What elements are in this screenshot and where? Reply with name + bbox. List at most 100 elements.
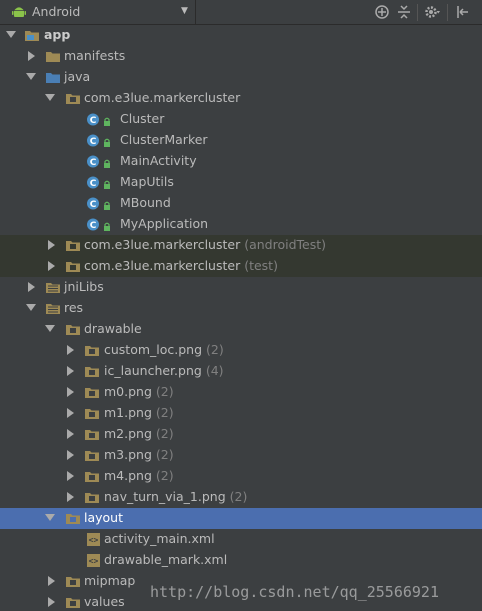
collapse-all-icon[interactable] <box>395 3 413 21</box>
tree-item-label: com.e3lue.markercluster (androidTest) <box>84 237 327 252</box>
tree-item-label: drawable <box>84 321 142 336</box>
class-icon: C <box>87 113 99 126</box>
source-folder-icon <box>46 73 60 83</box>
expand-arrow-icon[interactable] <box>45 94 55 101</box>
tree-item-manifests[interactable]: manifests <box>0 46 482 67</box>
tree-item-label: com.e3lue.markercluster <box>84 90 241 105</box>
tree-item-app[interactable]: app <box>0 25 482 46</box>
tree-item-label: app <box>44 27 71 42</box>
expand-arrow-icon[interactable] <box>45 325 55 332</box>
tree-item-drawable[interactable]: drawable <box>0 319 482 340</box>
package-icon <box>66 262 80 272</box>
svg-text:C: C <box>90 221 97 231</box>
folder-icon <box>66 325 80 335</box>
class-icon: C <box>87 155 99 168</box>
tree-item-drawable-file[interactable]: m1.png (2) <box>0 403 482 424</box>
tree-item-drawable-file[interactable]: nav_turn_via_1.png (2) <box>0 487 482 508</box>
tree-item-package-test[interactable]: com.e3lue.markercluster (test) <box>0 256 482 277</box>
lock-icon <box>104 117 110 126</box>
lock-icon <box>104 222 110 231</box>
tree-item-label: nav_turn_via_1.png (2) <box>104 489 248 504</box>
tree-item-jnilibs[interactable]: jniLibs <box>0 277 482 298</box>
class-icon: C <box>87 197 99 210</box>
project-toolbar: Android ▼ <box>0 0 482 25</box>
tree-item-res[interactable]: res <box>0 298 482 319</box>
xml-file-icon: <> <box>87 533 100 546</box>
expand-arrow-icon[interactable] <box>67 492 74 502</box>
expand-arrow-icon[interactable] <box>67 408 74 418</box>
tree-item-label: values <box>84 594 125 609</box>
expand-arrow-icon[interactable] <box>67 429 74 439</box>
tree-item-label: jniLibs <box>64 279 104 294</box>
class-icon: C <box>87 218 99 231</box>
svg-text:<>: <> <box>89 536 99 545</box>
tree-item-class[interactable]: C Cluster <box>0 109 482 130</box>
tree-item-drawable-file[interactable]: m4.png (2) <box>0 466 482 487</box>
lock-icon <box>104 138 110 147</box>
module-folder-icon <box>25 31 39 41</box>
expand-arrow-icon[interactable] <box>48 597 55 607</box>
expand-arrow-icon[interactable] <box>67 471 74 481</box>
resource-folder-icon <box>46 283 60 293</box>
tree-item-class[interactable]: C ClusterMarker <box>0 130 482 151</box>
expand-arrow-icon[interactable] <box>67 366 74 376</box>
hide-panel-icon[interactable] <box>453 3 471 21</box>
tree-item-drawable-file[interactable]: m2.png (2) <box>0 424 482 445</box>
settings-icon[interactable] <box>423 3 441 21</box>
expand-arrow-icon[interactable] <box>26 304 36 311</box>
expand-arrow-icon[interactable] <box>48 261 55 271</box>
tree-item-java[interactable]: java <box>0 67 482 88</box>
folder-icon <box>66 598 80 608</box>
folder-icon <box>85 430 99 440</box>
android-icon <box>12 7 26 17</box>
tree-item-class[interactable]: C MapUtils <box>0 172 482 193</box>
tree-item-drawable-file[interactable]: custom_loc.png (2) <box>0 340 482 361</box>
folder-icon <box>46 52 60 62</box>
tree-item-drawable-file[interactable]: m0.png (2) <box>0 382 482 403</box>
package-icon <box>66 94 80 104</box>
svg-text:C: C <box>90 179 97 189</box>
expand-arrow-icon[interactable] <box>26 73 36 80</box>
tree-item-class[interactable]: C MyApplication <box>0 214 482 235</box>
tree-item-label: m2.png (2) <box>104 426 174 441</box>
xml-file-icon: <> <box>87 554 100 567</box>
tree-item-label: m4.png (2) <box>104 468 174 483</box>
svg-text:C: C <box>90 158 97 168</box>
tree-item-label: custom_loc.png (2) <box>104 342 224 357</box>
expand-arrow-icon[interactable] <box>28 282 35 292</box>
tree-item-class[interactable]: C MainActivity <box>0 151 482 172</box>
tree-item-label: manifests <box>64 48 126 63</box>
tree-item-label: Cluster <box>120 111 165 126</box>
expand-arrow-icon[interactable] <box>28 51 35 61</box>
class-icon: C <box>87 176 99 189</box>
tree-item-package[interactable]: com.e3lue.markercluster <box>0 88 482 109</box>
tree-item-label: MyApplication <box>120 216 209 231</box>
expand-arrow-icon[interactable] <box>45 514 55 521</box>
folder-icon <box>85 346 99 356</box>
folder-icon <box>85 388 99 398</box>
folder-icon <box>85 409 99 419</box>
folder-icon <box>85 493 99 503</box>
sync-icon[interactable] <box>373 3 391 21</box>
expand-arrow-icon[interactable] <box>48 240 55 250</box>
tree-item-label: MBound <box>120 195 171 210</box>
tree-item-layout-file[interactable]: <> activity_main.xml <box>0 529 482 550</box>
expand-arrow-icon[interactable] <box>48 576 55 586</box>
tree-item-class[interactable]: C MBound <box>0 193 482 214</box>
tree-item-label: MainActivity <box>120 153 197 168</box>
tree-item-drawable-file[interactable]: ic_launcher.png (4) <box>0 361 482 382</box>
expand-arrow-icon[interactable] <box>6 31 16 38</box>
tree-item-layout[interactable]: layout <box>0 508 482 529</box>
tree-item-package-android-test[interactable]: com.e3lue.markercluster (androidTest) <box>0 235 482 256</box>
tree-item-layout-file[interactable]: <> drawable_mark.xml <box>0 550 482 571</box>
expand-arrow-icon[interactable] <box>67 387 74 397</box>
tree-item-label: ClusterMarker <box>120 132 208 147</box>
tree-item-label: layout <box>84 510 124 525</box>
view-mode-label: Android <box>32 4 81 19</box>
tree-item-drawable-file[interactable]: m3.png (2) <box>0 445 482 466</box>
expand-arrow-icon[interactable] <box>67 450 74 460</box>
view-mode-dropdown[interactable]: Android ▼ <box>0 0 196 25</box>
tree-item-label: mipmap <box>84 573 136 588</box>
expand-arrow-icon[interactable] <box>67 345 74 355</box>
folder-icon <box>85 367 99 377</box>
